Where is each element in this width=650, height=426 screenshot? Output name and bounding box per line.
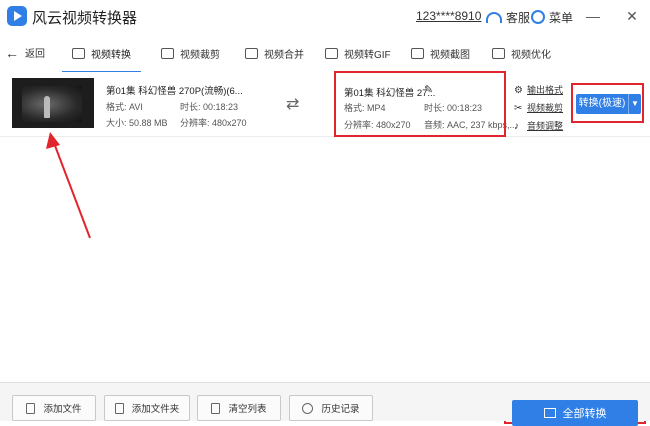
clock-icon bbox=[302, 402, 314, 414]
add-file-label: 添加文件 bbox=[43, 404, 82, 415]
history-label: 历史记录 bbox=[321, 404, 360, 415]
convert-all-button[interactable]: 全部转换 bbox=[512, 400, 638, 426]
convert-all-label: 全部转换 bbox=[562, 408, 607, 420]
red-annotation-arrow bbox=[46, 132, 91, 239]
play-screen-icon bbox=[543, 408, 556, 418]
add-folder-button[interactable]: 添加文件夹 bbox=[104, 395, 190, 421]
clear-list-button[interactable]: 清空列表 bbox=[197, 395, 281, 421]
history-button[interactable]: 历史记录 bbox=[289, 395, 373, 421]
file-add-icon bbox=[26, 402, 36, 414]
clear-list-label: 清空列表 bbox=[228, 404, 267, 415]
add-file-button[interactable]: 添加文件 bbox=[12, 395, 96, 421]
add-folder-label: 添加文件夹 bbox=[131, 404, 180, 415]
folder-add-icon bbox=[114, 402, 124, 414]
trash-icon bbox=[211, 402, 221, 414]
